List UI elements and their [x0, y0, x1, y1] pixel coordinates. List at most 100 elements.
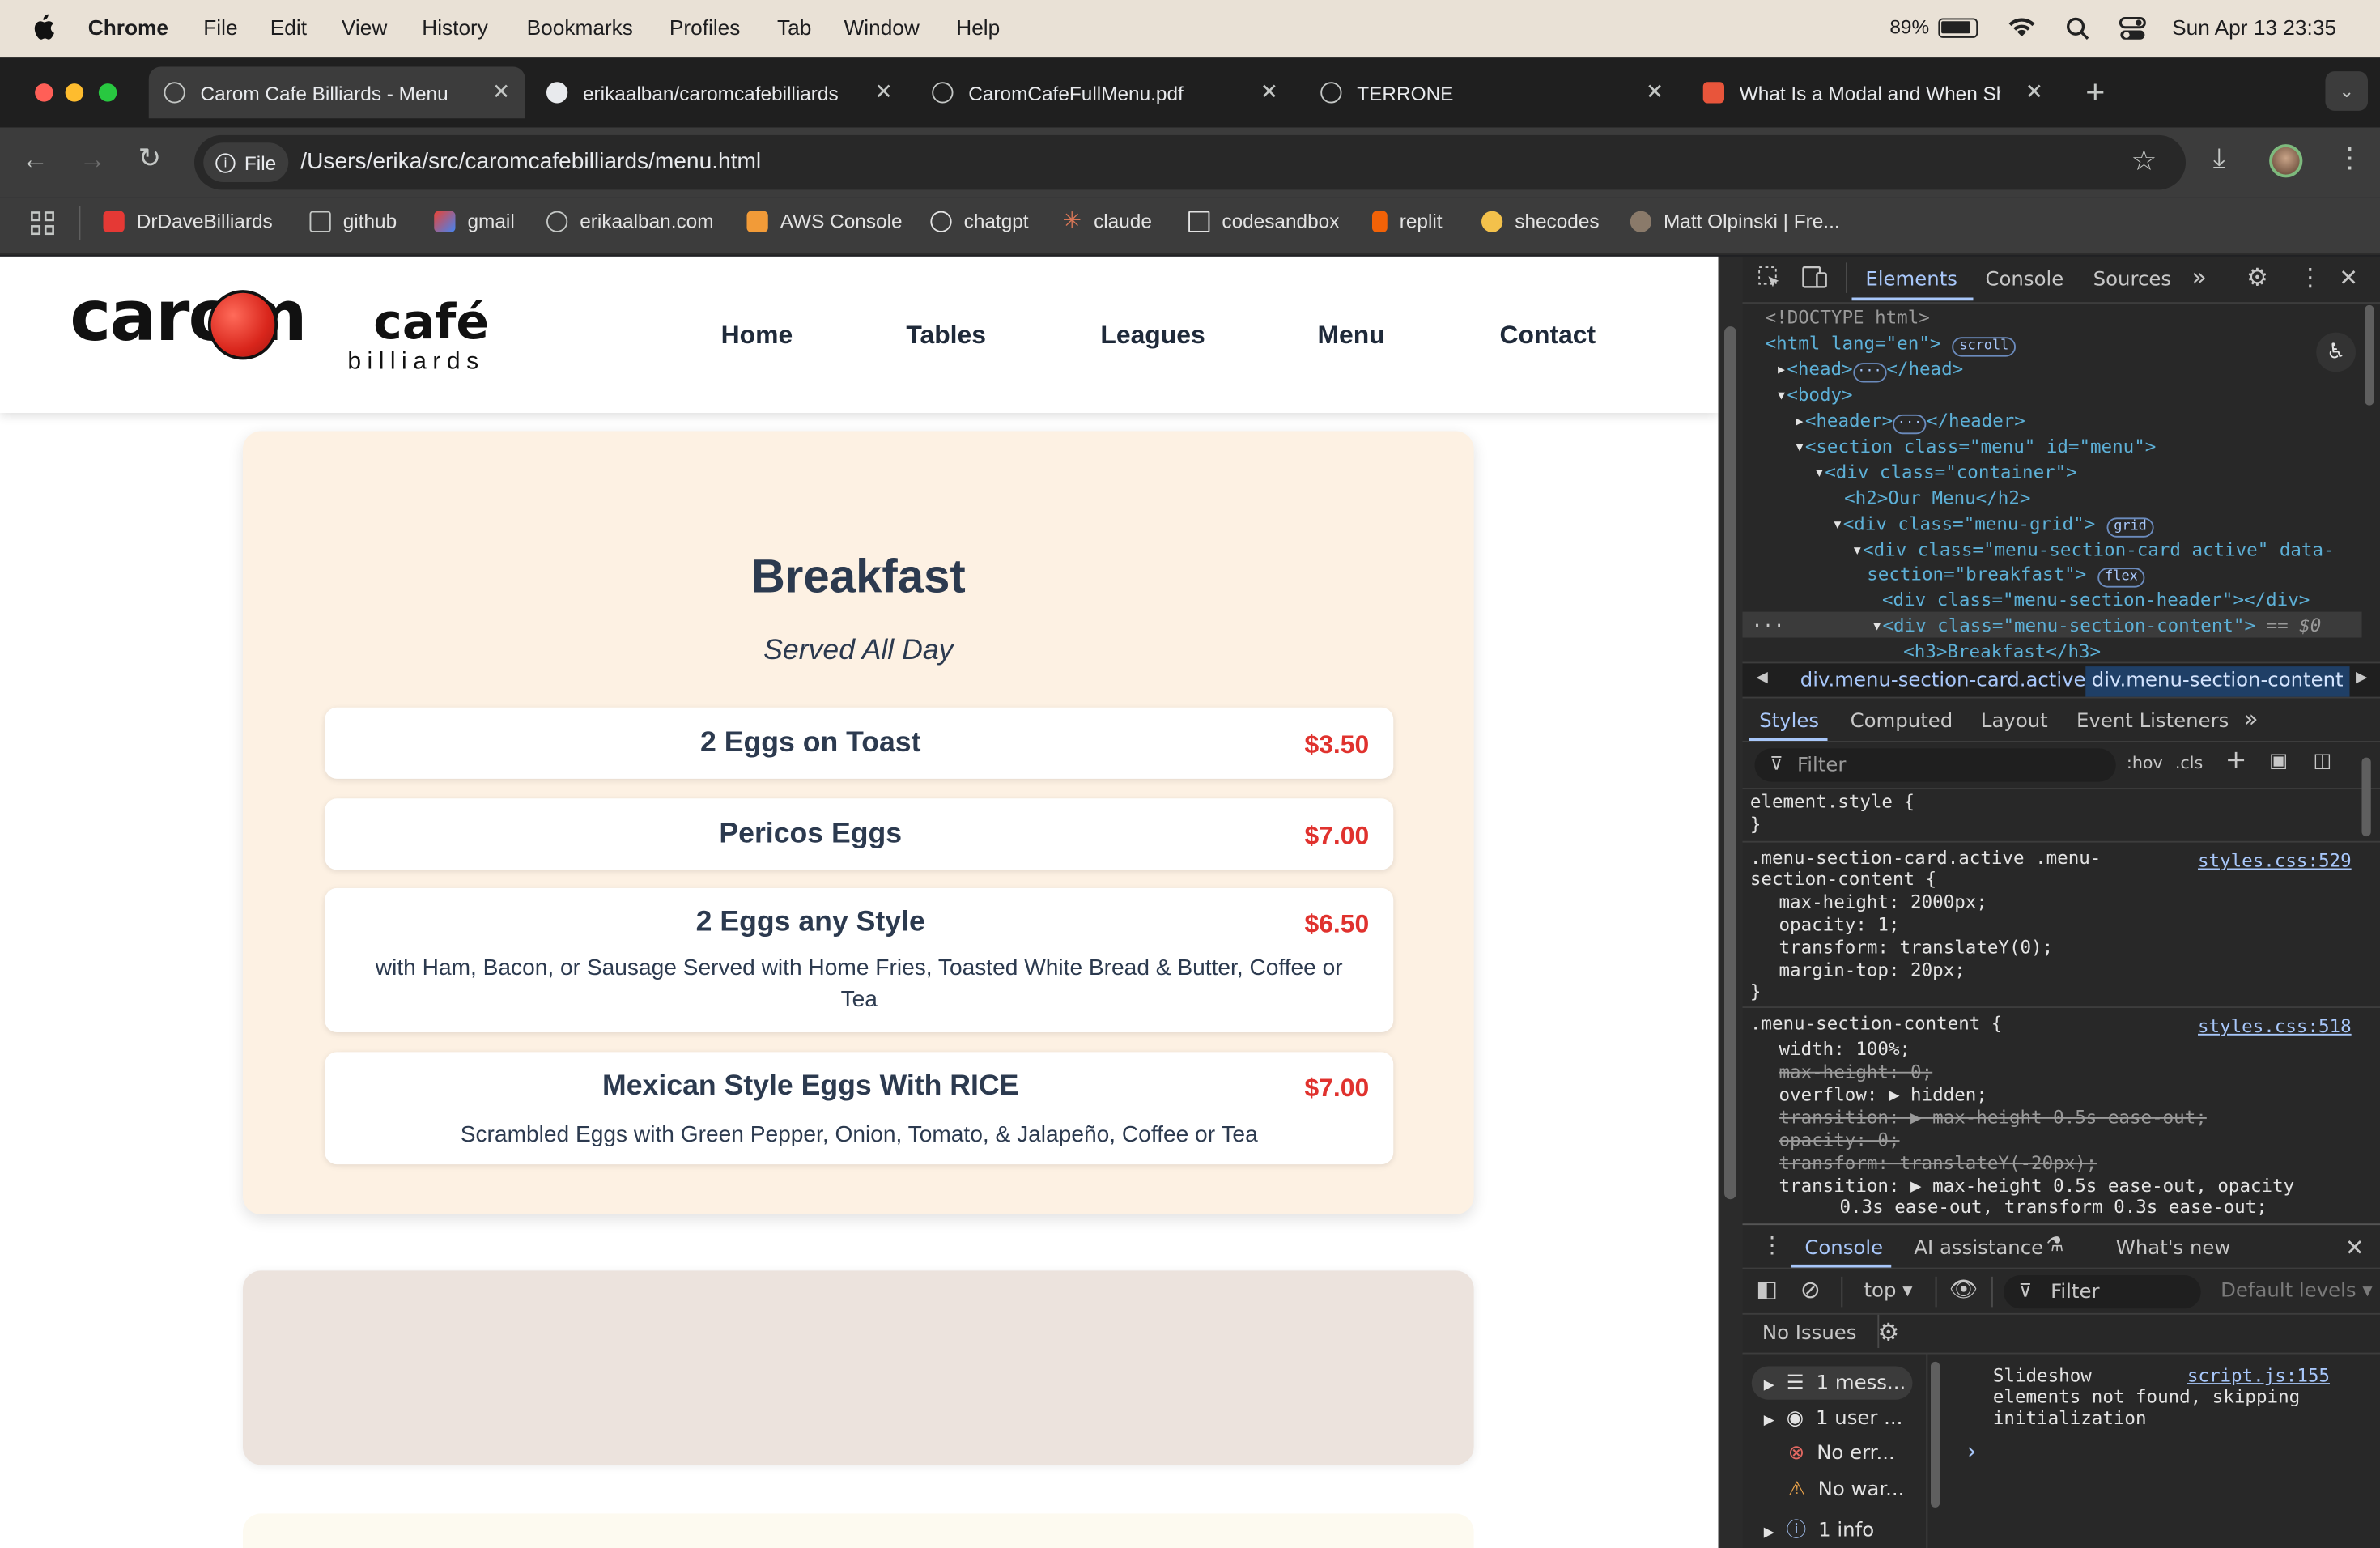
issues-counter[interactable]: No Issues: [1762, 1322, 1857, 1345]
menu-app-name[interactable]: Chrome: [88, 15, 168, 40]
inspect-element-icon[interactable]: [1757, 266, 1782, 290]
console-sidebar-toggle-icon[interactable]: ◧: [1756, 1275, 1778, 1303]
tab-modal-article[interactable]: What Is a Modal and When Sh ✕: [1691, 67, 2064, 119]
menu-section-card-breakfast[interactable]: Breakfast Served All Day 2 Eggs on Toast…: [243, 431, 1474, 1214]
rule-selector-cont[interactable]: section-content {: [1750, 869, 1936, 890]
style-rule-element[interactable]: element.style {: [1750, 791, 1915, 812]
close-tab-icon[interactable]: ✕: [1260, 79, 1278, 105]
forward-arrow-icon[interactable]: →: [79, 144, 107, 176]
styles-scrollbar-thumb[interactable]: [2361, 757, 2371, 837]
rule-source-link[interactable]: styles.css:518: [2198, 1015, 2352, 1036]
css-declaration-overridden[interactable]: transition: ▶ max-height 0.5s ease-out;: [1779, 1107, 2207, 1128]
drawer-menu-icon[interactable]: ⋮: [1761, 1231, 1783, 1259]
css-declaration[interactable]: transition: ▶ max-height 0.5s ease-out, …: [1779, 1175, 2295, 1196]
dom-line[interactable]: <h3>Breakfast</h3>: [1903, 640, 2101, 661]
css-declaration-overridden[interactable]: transform: translateY(-20px);: [1779, 1152, 2097, 1173]
more-tabs-chevron-icon[interactable]: »: [2192, 262, 2207, 291]
bookmark-erikaalban[interactable]: erikaalban.com: [546, 210, 714, 232]
rule-selector[interactable]: .menu-section-content {: [1750, 1013, 2003, 1034]
flex-badge[interactable]: flex: [2097, 568, 2146, 588]
breadcrumb-card[interactable]: div.menu-section-card.active: [1800, 670, 2086, 692]
bookmark-gmail[interactable]: gmail: [434, 210, 515, 232]
close-tab-icon[interactable]: ✕: [2025, 79, 2043, 105]
live-expression-eye-icon[interactable]: 👁: [1949, 1275, 1978, 1303]
nav-home[interactable]: Home: [721, 321, 793, 351]
back-arrow-icon[interactable]: ←: [21, 144, 49, 176]
window-minimize-button[interactable]: [65, 83, 84, 102]
tab-computed[interactable]: Computed: [1851, 711, 1953, 734]
tab-github-repo[interactable]: erikaalban/caromcafebilliards ✕: [534, 67, 914, 119]
css-declaration-overridden[interactable]: max-height: 0;: [1779, 1061, 1933, 1082]
dom-line[interactable]: <h2>Our Menu</h2>: [1844, 487, 2030, 508]
dom-line-selected[interactable]: ▾<div class="menu-section-content"> == $…: [1872, 615, 2321, 636]
css-declaration[interactable]: width: 100%;: [1779, 1039, 1911, 1060]
close-tab-icon[interactable]: ✕: [492, 79, 510, 105]
window-close-button[interactable]: [35, 83, 53, 102]
nav-menu[interactable]: Menu: [1318, 321, 1385, 351]
reload-icon[interactable]: ↻: [138, 142, 161, 174]
ellipsis-icon[interactable]: ···: [1852, 363, 1887, 383]
tab-elements[interactable]: Elements: [1865, 269, 1957, 291]
spotlight-search-icon[interactable]: [2066, 17, 2090, 41]
bookmark-shecodes[interactable]: shecodes: [1481, 210, 1600, 232]
css-declaration[interactable]: margin-top: 20px;: [1779, 959, 1966, 980]
clear-console-icon[interactable]: ⊘: [1800, 1275, 1821, 1304]
dom-line[interactable]: <html lang="en"> scroll: [1766, 333, 2017, 357]
dom-line-dots-icon[interactable]: ···: [1752, 615, 1785, 636]
tab-terrone[interactable]: TERRONE ✕: [1308, 67, 1685, 119]
download-icon[interactable]: ⤓: [2213, 142, 2225, 174]
window-zoom-button[interactable]: [98, 83, 117, 102]
grid-badge[interactable]: grid: [2106, 517, 2155, 538]
menu-edit[interactable]: Edit: [270, 15, 307, 40]
nav-tables[interactable]: Tables: [906, 321, 986, 351]
drawer-tab-whats-new[interactable]: What's new: [2116, 1237, 2231, 1260]
menu-window[interactable]: Window: [844, 15, 920, 40]
dom-scrollbar-thumb[interactable]: [2365, 304, 2374, 406]
dom-line[interactable]: ▾<div class="menu-section-card active" d…: [1852, 539, 2335, 560]
menu-view[interactable]: View: [342, 15, 387, 40]
dom-line[interactable]: ▾<div class="menu-grid"> grid: [1832, 513, 2155, 538]
log-levels-dropdown[interactable]: Default levels ▾: [2221, 1280, 2372, 1303]
close-tab-icon[interactable]: ✕: [1646, 79, 1664, 105]
styles-filter-input[interactable]: ⊽ Filter: [1754, 748, 2116, 782]
dom-line[interactable]: <div class="menu-section-header"></div>: [1882, 589, 2310, 610]
bookmark-drdavebilliards[interactable]: DrDaveBilliards: [103, 210, 273, 232]
toggle-sidebar-icon[interactable]: ◫: [2314, 750, 2332, 772]
scroll-badge[interactable]: scroll: [1951, 337, 2017, 357]
close-drawer-icon[interactable]: ✕: [2345, 1234, 2365, 1261]
menu-history[interactable]: History: [422, 15, 488, 40]
dom-line[interactable]: ▾<section class="menu" id="menu">: [1794, 436, 2156, 457]
battery-icon[interactable]: [1938, 18, 1978, 38]
settings-gear-icon[interactable]: ⚙: [2246, 262, 2268, 291]
dom-line[interactable]: ▸<header> ··· </header>: [1794, 410, 2025, 435]
class-toggle[interactable]: .cls: [2175, 753, 2203, 772]
css-declaration[interactable]: overflow: ▶ hidden;: [1779, 1084, 1987, 1105]
menu-section-card-next[interactable]: [243, 1513, 1474, 1548]
crumb-right-arrow-icon[interactable]: ▶: [2356, 670, 2367, 687]
rule-source-link[interactable]: styles.css:529: [2198, 850, 2352, 871]
sidebar-messages[interactable]: ▶ ☰ 1 mess...: [1764, 1372, 1906, 1395]
bookmark-chatgpt[interactable]: chatgpt: [930, 210, 1029, 232]
sidebar-info[interactable]: ▶ ⓘ 1 info: [1764, 1513, 1874, 1542]
profile-avatar[interactable]: [2269, 144, 2303, 178]
url-text[interactable]: /Users/erika/src/caromcafebilliards/menu…: [300, 149, 761, 175]
menu-bookmarks[interactable]: Bookmarks: [527, 15, 633, 40]
console-prompt-chevron-icon[interactable]: ›: [1967, 1438, 1976, 1465]
css-declaration[interactable]: max-height: 2000px;: [1779, 891, 1987, 912]
breadcrumb-content[interactable]: div.menu-section-content: [2085, 666, 2350, 697]
hover-state-toggle[interactable]: :hov: [2127, 753, 2163, 772]
rule-selector[interactable]: .menu-section-card.active .menu-: [1750, 847, 2101, 868]
console-settings-gear-icon[interactable]: ⚙: [1877, 1318, 1899, 1347]
tab-event-listeners[interactable]: Event Listeners: [2076, 711, 2229, 734]
apple-icon[interactable]: [31, 14, 55, 41]
css-declaration[interactable]: opacity: 1;: [1779, 914, 1900, 935]
menu-tab[interactable]: Tab: [777, 15, 811, 40]
dom-line[interactable]: <!DOCTYPE html>: [1766, 307, 1930, 328]
console-sidebar-scrollbar[interactable]: [1931, 1361, 1940, 1508]
bookmark-github-folder[interactable]: github: [309, 210, 397, 232]
bookmark-replit[interactable]: replit: [1372, 210, 1443, 232]
sidebar-user-messages[interactable]: ▶ ◉ 1 user ...: [1764, 1407, 1903, 1430]
more-style-tabs-chevron-icon[interactable]: »: [2243, 704, 2258, 734]
tab-sources[interactable]: Sources: [2093, 269, 2171, 291]
menu-profiles[interactable]: Profiles: [669, 15, 741, 40]
